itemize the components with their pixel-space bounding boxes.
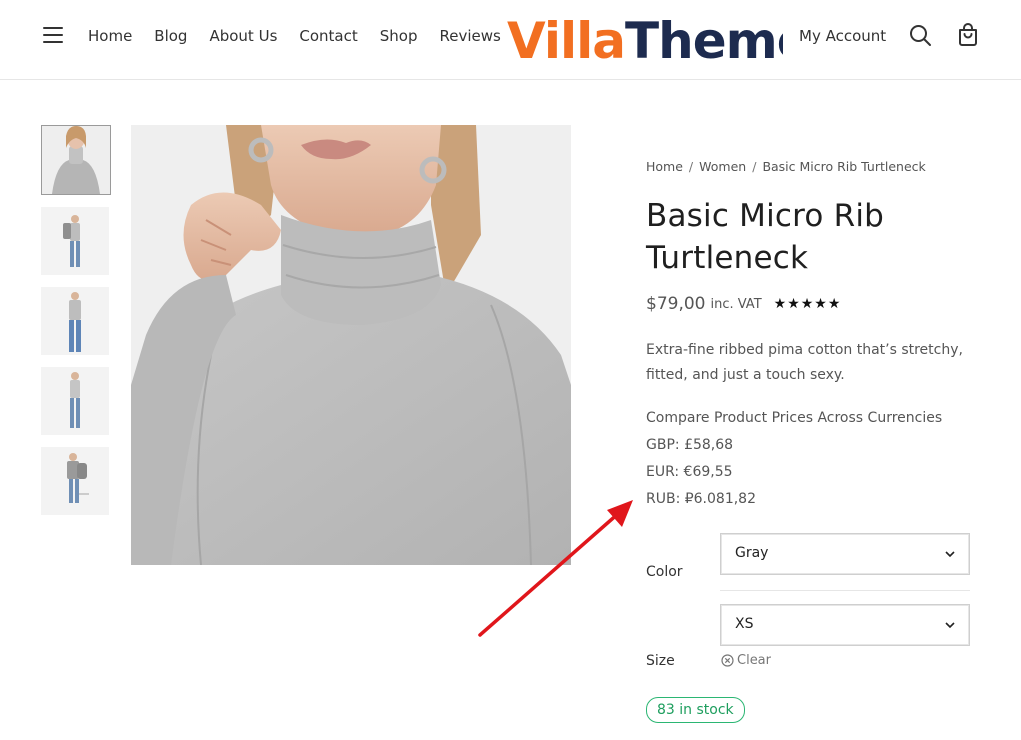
thumbnail-3[interactable] <box>41 287 109 355</box>
logo-villa-text: Villa <box>507 12 625 64</box>
color-select[interactable]: Gray <box>720 533 970 575</box>
product-price: $79,00 <box>646 294 706 314</box>
villatheme-logo[interactable]: Villa Theme <box>507 8 783 64</box>
menu-icon[interactable] <box>43 27 63 43</box>
thumbnail-1-image <box>42 126 110 194</box>
chevron-down-icon <box>945 551 955 558</box>
product-title-line1: Basic Micro Rib <box>646 198 885 234</box>
breadcrumb-home[interactable]: Home <box>646 159 683 174</box>
currency-compare: Compare Product Prices Across Currencies… <box>646 405 986 513</box>
thumbnail-2[interactable] <box>41 207 109 275</box>
search-icon[interactable] <box>908 23 932 47</box>
thumbnail-3-image <box>41 287 109 355</box>
currency-rub: RUB: ₽6.081,82 <box>646 491 756 507</box>
clear-selection-button[interactable]: Clear <box>721 653 771 668</box>
breadcrumb-current: Basic Micro Rib Turtleneck <box>762 159 926 174</box>
nav-about-us[interactable]: About Us <box>209 26 277 46</box>
thumbnail-5[interactable] <box>41 447 109 515</box>
site-header: Home Blog About Us Contact Shop Reviews … <box>0 0 1021 80</box>
product-title-line2: Turtleneck <box>646 240 809 276</box>
variation-divider <box>720 590 970 591</box>
nav-reviews[interactable]: Reviews <box>439 26 500 46</box>
thumbnail-4-image <box>41 367 109 435</box>
breadcrumb-women[interactable]: Women <box>699 159 746 174</box>
description-line2: fitted, and just a touch sexy. <box>646 367 845 383</box>
my-account-link[interactable]: My Account <box>799 26 886 46</box>
vat-label: inc. VAT <box>710 296 762 312</box>
clear-label: Clear <box>737 653 771 668</box>
thumbnail-4[interactable] <box>41 367 109 435</box>
thumbnail-1[interactable] <box>41 125 111 195</box>
breadcrumb: Home / Women / Basic Micro Rib Turtleneck <box>646 159 926 174</box>
description-line1: Extra-fine ribbed pima cotton that’s str… <box>646 342 963 358</box>
currency-eur: EUR: €69,55 <box>646 464 733 480</box>
rating-stars-icon[interactable]: ★★★★★ <box>774 296 842 312</box>
cart-bag-icon[interactable] <box>956 23 980 47</box>
nav-blog[interactable]: Blog <box>154 26 187 46</box>
stock-badge: 83 in stock <box>646 697 745 723</box>
color-select-value: Gray <box>735 545 769 561</box>
logo-theme-text: Theme <box>625 12 783 64</box>
price-row: $79,00 inc. VAT ★★★★★ <box>646 294 986 314</box>
currency-gbp: GBP: £58,68 <box>646 437 734 453</box>
thumbnail-5-image <box>41 447 109 515</box>
size-select[interactable]: XS <box>720 604 970 646</box>
product-title: Basic Micro Rib Turtleneck <box>646 195 986 279</box>
product-summary: Home / Women / Basic Micro Rib Turtleneck Ba… <box>646 158 986 513</box>
size-label: Size <box>646 653 675 669</box>
thumbnail-2-image <box>41 207 109 275</box>
color-label: Color <box>646 564 683 580</box>
main-nav: Home Blog About Us Contact Shop Reviews <box>88 26 523 46</box>
product-thumbnails <box>41 125 111 527</box>
nav-shop[interactable]: Shop <box>380 26 418 46</box>
chevron-down-icon <box>945 622 955 629</box>
compare-heading: Compare Product Prices Across Currencies <box>646 410 943 426</box>
nav-contact[interactable]: Contact <box>299 26 357 46</box>
red-arrow-annotation <box>478 500 633 637</box>
product-description: Extra-fine ribbed pima cotton that’s str… <box>646 338 986 388</box>
nav-home[interactable]: Home <box>88 26 132 46</box>
clear-x-icon <box>721 654 734 667</box>
size-select-value: XS <box>735 616 754 632</box>
